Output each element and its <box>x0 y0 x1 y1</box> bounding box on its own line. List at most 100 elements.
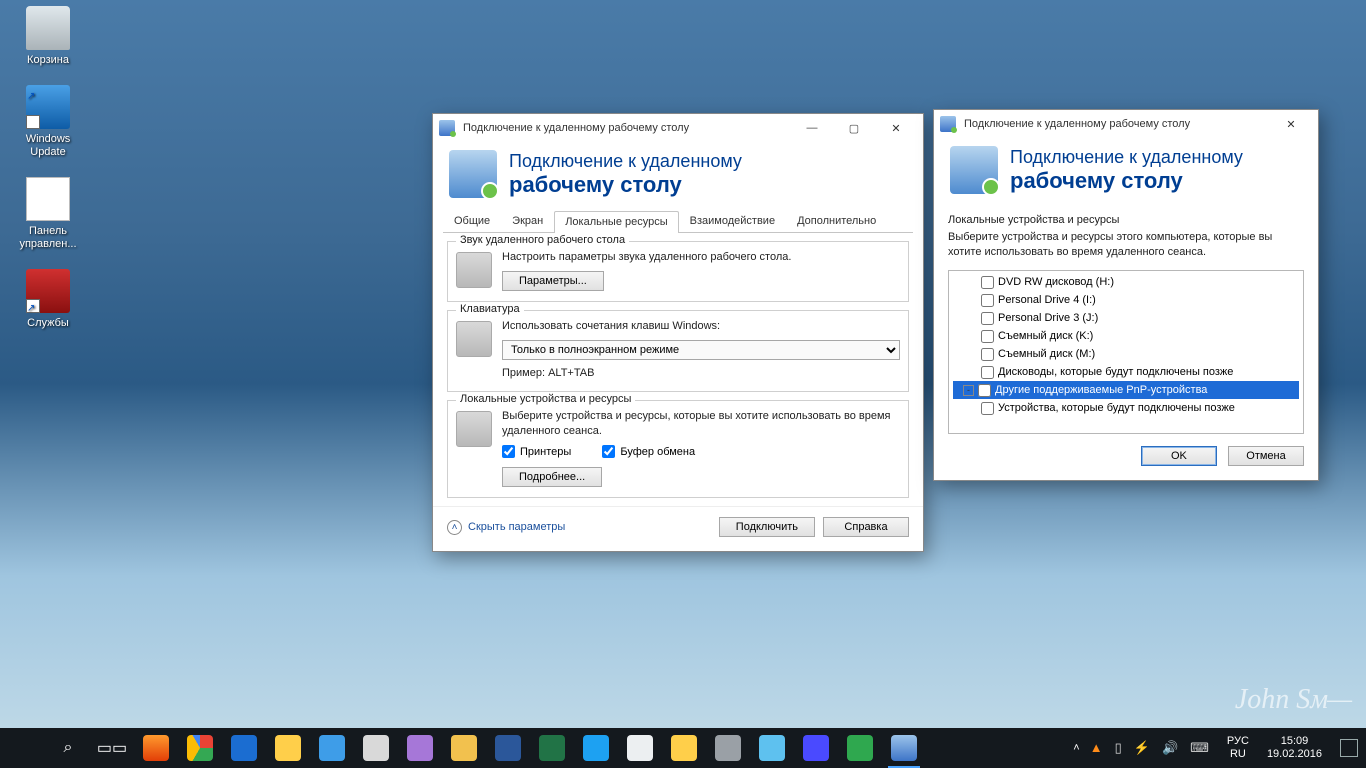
taskbar-app[interactable] <box>750 728 794 768</box>
taskbar-app[interactable] <box>574 728 618 768</box>
header-banner: Подключение к удаленному рабочему столу <box>433 142 923 210</box>
expander-icon[interactable]: - <box>963 385 974 396</box>
paint-icon <box>363 735 389 761</box>
group-keyboard: Клавиатура Использовать сочетания клавиш… <box>447 310 909 392</box>
device-tree[interactable]: DVD RW дисковод (H:)Personal Drive 4 (I:… <box>948 270 1304 434</box>
chrome-icon <box>187 735 213 761</box>
desktop-icon[interactable]: Windows Update <box>8 85 88 159</box>
group-title: Клавиатура <box>456 303 524 315</box>
vlc-tray-icon[interactable]: ▲ <box>1090 740 1103 756</box>
tray-expand-icon[interactable]: ˄ <box>1073 742 1079 754</box>
tab-1[interactable]: Экран <box>501 210 554 232</box>
node-checkbox[interactable] <box>981 294 994 307</box>
clock[interactable]: 15:0919.02.2016 <box>1267 735 1322 761</box>
node-checkbox[interactable] <box>981 348 994 361</box>
tree-node[interactable]: Personal Drive 3 (J:) <box>953 309 1299 327</box>
taskbar-app[interactable] <box>662 728 706 768</box>
icon-label: Корзина <box>27 54 69 67</box>
node-label: Съемный диск (K:) <box>998 327 1093 345</box>
minimize-button[interactable]: — <box>791 114 833 142</box>
tab-3[interactable]: Взаимодействие <box>679 210 786 232</box>
titlebar[interactable]: Подключение к удаленному рабочему столу … <box>934 110 1318 138</box>
desktop-icon[interactable]: Службы <box>8 269 88 330</box>
node-checkbox[interactable] <box>981 276 994 289</box>
header-line2: рабочему столу <box>509 172 742 198</box>
app-icon <box>671 735 697 761</box>
cancel-button[interactable]: Отмена <box>1228 446 1304 466</box>
task-view-button[interactable]: ▭▭ <box>90 728 134 768</box>
titlebar[interactable]: Подключение к удаленному рабочему столу … <box>433 114 923 142</box>
rdp-large-icon <box>449 150 497 198</box>
network-icon[interactable]: ⚡ <box>1134 740 1150 756</box>
maximize-button[interactable]: ▢ <box>833 114 875 142</box>
node-label: Съемный диск (M:) <box>998 345 1095 363</box>
action-center-icon[interactable] <box>1340 739 1358 757</box>
tab-0[interactable]: Общие <box>443 210 501 232</box>
node-checkbox[interactable] <box>981 330 994 343</box>
node-label: DVD RW дисковод (H:) <box>998 273 1114 291</box>
keyboard-tray-icon[interactable]: ⌨ <box>1190 740 1209 756</box>
group-title: Звук удаленного рабочего стола <box>456 234 629 246</box>
tab-2[interactable]: Локальные ресурсы <box>554 211 678 233</box>
desktop-icon[interactable]: Корзина <box>8 6 88 67</box>
taskbar: ⌕ ▭▭ ˄ ▲ ▯ ⚡ 🔊 ⌨ РУСRU 15:0919.02.2016 <box>0 728 1366 768</box>
icon-label: Панель управлен... <box>9 225 87 251</box>
search-button[interactable]: ⌕ <box>46 728 90 768</box>
tree-node[interactable]: -Другие поддерживаемые PnP-устройства <box>953 381 1299 399</box>
taskbar-app[interactable] <box>794 728 838 768</box>
group-remote-audio: Звук удаленного рабочего стола Настроить… <box>447 241 909 302</box>
speaker-icon <box>456 252 492 288</box>
more-button[interactable]: Подробнее... <box>502 467 602 487</box>
start-button[interactable] <box>2 728 46 768</box>
desktop-icon[interactable]: Панель управлен... <box>8 177 88 251</box>
rdp-large-icon <box>950 146 998 194</box>
tree-node[interactable]: Съемный диск (K:) <box>953 327 1299 345</box>
taskbar-app[interactable] <box>310 728 354 768</box>
node-checkbox[interactable] <box>981 366 994 379</box>
close-button[interactable]: ✕ <box>1270 110 1312 138</box>
taskbar-app[interactable] <box>618 728 662 768</box>
node-checkbox[interactable] <box>981 312 994 325</box>
printers-checkbox[interactable]: Принтеры <box>502 445 571 458</box>
taskbar-app[interactable] <box>222 728 266 768</box>
node-checkbox[interactable] <box>981 402 994 415</box>
tree-node[interactable]: DVD RW дисковод (H:) <box>953 273 1299 291</box>
language-indicator[interactable]: РУСRU <box>1227 735 1249 761</box>
taskbar-app[interactable] <box>178 728 222 768</box>
firefox-icon <box>143 735 169 761</box>
connect-button[interactable]: Подключить <box>719 517 815 537</box>
taskbar-app[interactable] <box>882 728 926 768</box>
taskbar-app[interactable] <box>134 728 178 768</box>
audio-settings-button[interactable]: Параметры... <box>502 271 604 291</box>
taskbar-app[interactable] <box>486 728 530 768</box>
close-button[interactable]: ✕ <box>875 114 917 142</box>
taskbar-app[interactable] <box>442 728 486 768</box>
app-icon <box>439 120 455 136</box>
node-checkbox[interactable] <box>978 384 991 397</box>
taskbar-app[interactable] <box>706 728 750 768</box>
taskbar-app[interactable] <box>354 728 398 768</box>
battery-icon[interactable]: ▯ <box>1115 740 1122 756</box>
tree-node[interactable]: Дисководы, которые будут подключены позж… <box>953 363 1299 381</box>
system-tray: ˄ ▲ ▯ ⚡ 🔊 ⌨ РУСRU 15:0919.02.2016 <box>1073 735 1364 761</box>
taskbar-app[interactable] <box>838 728 882 768</box>
audio-desc: Настроить параметры звука удаленного раб… <box>502 250 900 265</box>
desktop-glyph-icon <box>26 6 70 50</box>
tree-node[interactable]: Устройства, которые будут подключены поз… <box>953 399 1299 417</box>
taskbar-app[interactable] <box>530 728 574 768</box>
ie-icon <box>231 735 257 761</box>
help-button[interactable]: Справка <box>823 517 909 537</box>
ok-button[interactable]: OK <box>1141 446 1217 466</box>
tree-node[interactable]: Съемный диск (M:) <box>953 345 1299 363</box>
tab-4[interactable]: Дополнительно <box>786 210 887 232</box>
totalcmd-icon <box>319 735 345 761</box>
taskbar-app[interactable] <box>266 728 310 768</box>
volume-icon[interactable]: 🔊 <box>1162 740 1178 756</box>
taskbar-app[interactable] <box>398 728 442 768</box>
vpn-icon <box>847 735 873 761</box>
keyboard-combo[interactable]: Только в полноэкранном режиме <box>502 340 900 360</box>
tree-node[interactable]: Personal Drive 4 (I:) <box>953 291 1299 309</box>
settings-icon <box>715 735 741 761</box>
hide-options-toggle[interactable]: ˄ Скрыть параметры <box>447 520 711 535</box>
clipboard-checkbox[interactable]: Буфер обмена <box>602 445 695 458</box>
